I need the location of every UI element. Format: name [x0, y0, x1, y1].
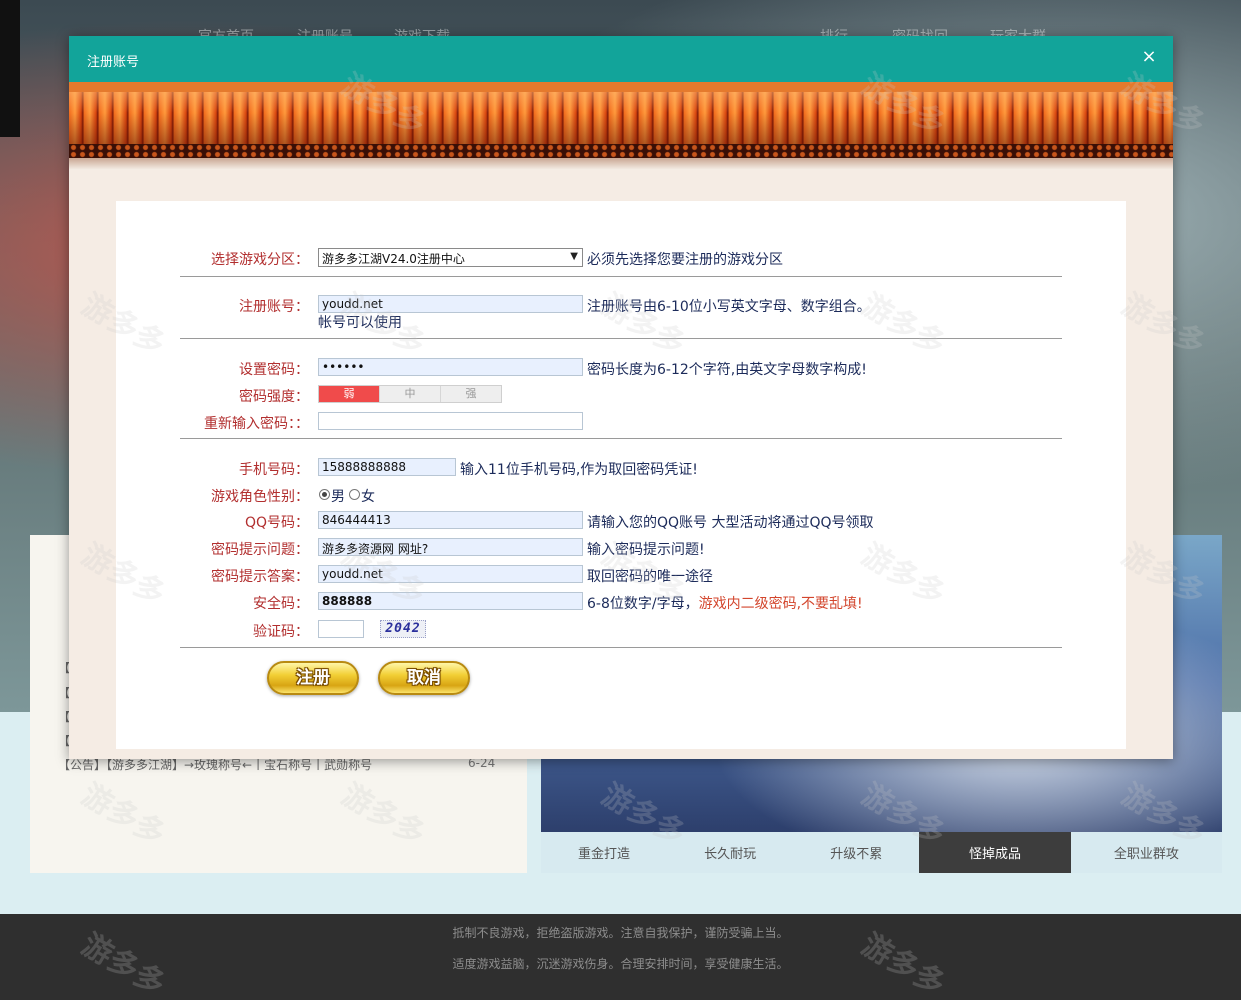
security-input[interactable]: 888888 [318, 592, 583, 610]
roof-shade [69, 92, 1173, 144]
captcha-image[interactable]: 2042 [380, 620, 426, 638]
close-icon[interactable]: × [1139, 47, 1159, 67]
strength-weak: 弱 [319, 386, 380, 402]
server-row: 选择游戏分区： 游多多江湖V24.0注册中心 ▼ 必须先选择您要注册的游戏分区 [116, 248, 1126, 268]
divider [180, 276, 1062, 277]
gender-label: 游戏角色性别： [211, 489, 309, 505]
roof-eave-dots [69, 144, 1173, 158]
chevron-down-icon: ▼ [570, 251, 578, 262]
gender-male-radio[interactable] [319, 489, 330, 500]
captcha-input[interactable] [318, 620, 364, 638]
footer-notice-1: 抵制不良游戏，拒绝盗版游戏。注意自我保护，谨防受骗上当。 [452, 926, 789, 940]
confirm-row: 重新输入密码：： [116, 412, 1126, 432]
answer-row: 密码提示答案： youdd.net 取回密码的唯一途径 [116, 565, 1126, 585]
account-row: 注册账号： youdd.net 注册账号由6-10位小写英文字母、数字组合。 [116, 295, 1126, 315]
phone-row: 手机号码： 15888888888 输入11位手机号码,作为取回密码凭证! [116, 458, 1126, 478]
question-hint: 输入密码提示问题! [587, 542, 705, 558]
security-row: 安全码： 888888 6-8位数字/字母，游戏内二级密码,不要乱填! [116, 592, 1126, 612]
security-label: 安全码： [253, 596, 309, 612]
captcha-label: 验证码： [253, 624, 309, 640]
qq-hint: 请输入您的QQ账号 大型活动将通过QQ号领取 [587, 515, 874, 531]
feature-tab[interactable]: 全职业群攻 [1071, 832, 1222, 873]
captcha-row: 验证码： 2042 [116, 620, 1126, 640]
roof-tiles-banner [69, 82, 1173, 170]
button-row: 注册 取消 [116, 661, 1126, 695]
server-select[interactable]: 游多多江湖V24.0注册中心 ▼ [318, 248, 583, 267]
question-label: 密码提示问题： [211, 542, 309, 558]
strength-strong: 强 [441, 386, 501, 402]
footer-notice-2: 适度游戏益脑，沉迷游戏伤身。合理安排时间，享受健康生活。 [452, 957, 789, 971]
question-input[interactable]: 游多多资源网 网址? [318, 538, 583, 556]
server-select-value: 游多多江湖V24.0注册中心 [322, 252, 465, 266]
account-status: 帐号可以使用 [318, 315, 402, 331]
page-footer: 抵制不良游戏，拒绝盗版游戏。注意自我保护，谨防受骗上当。 适度游戏益脑，沉迷游戏… [0, 914, 1241, 1000]
confirm-password-input[interactable] [318, 412, 583, 430]
divider [180, 438, 1062, 439]
confirm-label: 重新输入密码：： [204, 416, 309, 432]
strength-label: 密码强度： [239, 389, 309, 405]
account-hint: 注册账号由6-10位小写英文字母、数字组合。 [587, 299, 871, 315]
gender-female-radio[interactable] [349, 489, 360, 500]
security-warning: 游戏内二级密码,不要乱填! [698, 596, 863, 612]
account-label: 注册账号： [239, 299, 309, 315]
divider [180, 647, 1062, 648]
roof-fade [69, 158, 1173, 170]
security-hint: 6-8位数字/字母，游戏内二级密码,不要乱填! [587, 593, 863, 613]
answer-input[interactable]: youdd.net [318, 565, 583, 583]
qq-input[interactable]: 846444413 [318, 511, 583, 529]
feature-tab[interactable]: 升级不累 [793, 832, 919, 873]
qq-row: QQ号码： 846444413 请输入您的QQ账号 大型活动将通过QQ号领取 [116, 511, 1126, 531]
feature-tab[interactable]: 长久耐玩 [667, 832, 793, 873]
gender-male-label[interactable]: 男 [331, 486, 345, 506]
dialog-title: 注册账号 [87, 55, 140, 70]
divider [180, 338, 1062, 339]
gender-row: 游戏角色性别： 男 女 [116, 485, 1126, 505]
dialog-header: 注册账号 × [69, 36, 1173, 82]
qq-label: QQ号码： [244, 515, 309, 531]
password-hint: 密码长度为6-12个字符,由英文字母数字构成! [587, 362, 867, 378]
password-label: 设置密码： [239, 362, 309, 378]
answer-label: 密码提示答案： [211, 569, 309, 585]
answer-hint: 取回密码的唯一途径 [587, 569, 713, 585]
roof-ridge [69, 82, 1173, 92]
strength-medium: 中 [380, 386, 441, 402]
feature-tab[interactable]: 重金打造 [541, 832, 667, 873]
account-input[interactable]: youdd.net [318, 295, 583, 313]
password-input[interactable]: •••••• [318, 358, 583, 376]
feature-tab-active[interactable]: 怪掉成品 [919, 832, 1071, 873]
cancel-button[interactable]: 取消 [378, 661, 470, 695]
phone-hint: 输入11位手机号码,作为取回密码凭证! [460, 462, 698, 478]
server-label: 选择游戏分区： [211, 252, 309, 268]
register-form: 选择游戏分区： 游多多江湖V24.0注册中心 ▼ 必须先选择您要注册的游戏分区 … [116, 201, 1126, 749]
register-dialog: 注册账号 × 选择游戏分区： 游多多江湖V24.0注册中心 ▼ 必须先选择您要注… [69, 36, 1173, 759]
password-strength-meter: 弱 中 强 [318, 385, 502, 403]
background-side-bar [0, 0, 20, 137]
feature-tabs: 重金打造 长久耐玩 升级不累 怪掉成品 全职业群攻 [541, 832, 1222, 873]
phone-input[interactable]: 15888888888 [318, 458, 456, 476]
server-hint: 必须先选择您要注册的游戏分区 [587, 252, 783, 268]
security-hint-text: 6-8位数字/字母， [587, 596, 699, 612]
gender-female-label[interactable]: 女 [361, 486, 375, 506]
register-button[interactable]: 注册 [267, 661, 359, 695]
phone-label: 手机号码： [239, 462, 309, 478]
password-row: 设置密码： •••••• 密码长度为6-12个字符,由英文字母数字构成! [116, 358, 1126, 378]
question-row: 密码提示问题： 游多多资源网 网址? 输入密码提示问题! [116, 538, 1126, 558]
strength-row: 密码强度： 弱 中 强 [116, 385, 1126, 405]
